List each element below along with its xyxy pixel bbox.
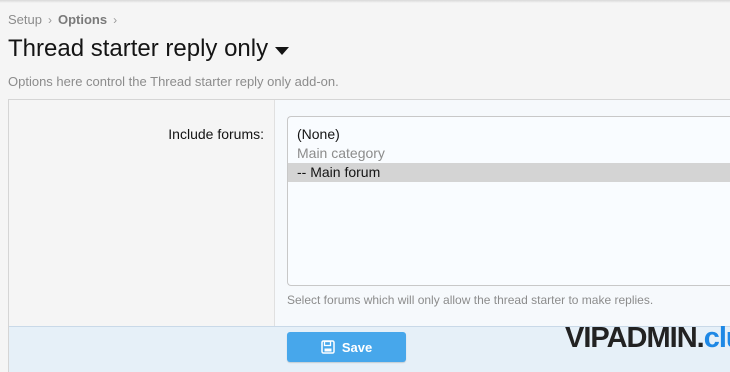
field-hint: Select forums which will only allow the … (287, 293, 654, 307)
breadcrumb: Setup › Options › (8, 12, 123, 27)
include-forums-label: Include forums: (168, 126, 264, 142)
breadcrumb-separator: › (47, 12, 52, 27)
label-column: Include forums: (9, 100, 275, 326)
option-none[interactable]: (None) (288, 125, 730, 144)
forums-multiselect[interactable]: (None) Main category -- Main forum (287, 116, 730, 286)
save-button[interactable]: Save (287, 332, 406, 362)
caret-down-icon[interactable] (275, 46, 290, 55)
page-title-text: Thread starter reply only (8, 35, 269, 62)
save-button-label: Save (341, 339, 373, 355)
page-description: Options here control the Thread starter … (8, 74, 339, 89)
input-column: (None) Main category -- Main forum Selec… (275, 100, 730, 326)
watermark-main: VIPADMIN (565, 322, 698, 354)
breadcrumb-separator: › (113, 12, 118, 27)
watermark-logo: VIPADMIN.club (565, 322, 730, 355)
option-main-category[interactable]: Main category (288, 144, 730, 163)
top-shadow (0, 0, 730, 3)
watermark-club: club (703, 322, 730, 354)
save-icon (321, 340, 335, 354)
breadcrumb-setup[interactable]: Setup (8, 12, 42, 27)
breadcrumb-options[interactable]: Options (58, 12, 107, 27)
watermark-dot: . (696, 322, 705, 354)
option-main-forum[interactable]: -- Main forum (288, 163, 730, 182)
page-title[interactable]: Thread starter reply only (8, 35, 290, 63)
